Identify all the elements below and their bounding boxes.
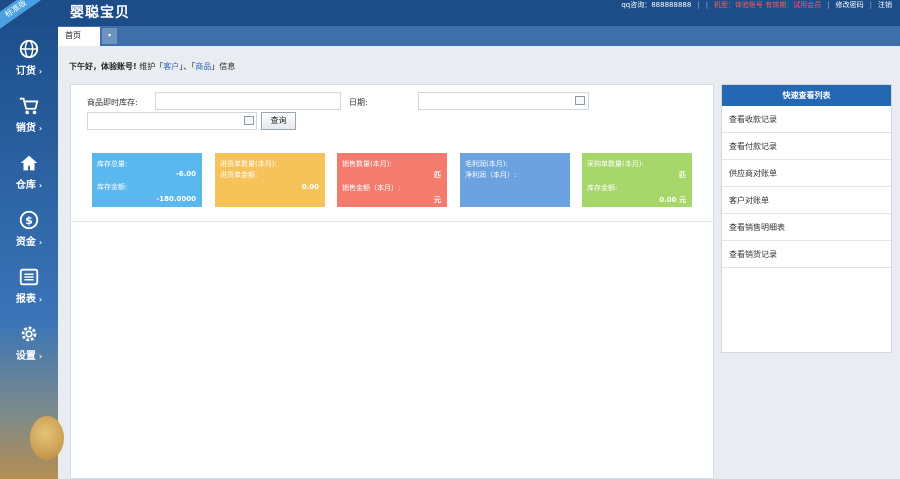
home-icon: [20, 155, 38, 171]
tab-strip: 首页 ▾: [58, 26, 900, 46]
card-value: -180.0000: [156, 195, 196, 203]
change-password-link[interactable]: 修改密码: [836, 0, 864, 10]
stat-card-sales: 销售数量(本月): 匹 销售金额（本月）: 元: [337, 153, 447, 207]
query-button[interactable]: 查询: [261, 112, 296, 130]
card-label: 净利润（本月）:: [465, 171, 517, 179]
quick-link-sales-records[interactable]: 查看销货记录: [722, 241, 891, 268]
sidebar-item-sales[interactable]: 销货 ›: [0, 89, 58, 139]
quick-link-supplier-statement[interactable]: 供应商对账单: [722, 160, 891, 187]
card-value: 元: [434, 196, 441, 204]
report-icon: [19, 268, 39, 286]
svg-text:$: $: [25, 214, 33, 227]
sidebar-item-label: 设置: [15, 351, 36, 362]
card-label: 进货单数量(本月):: [220, 160, 277, 168]
account-status: 机型：体验账号 有效期：试用会员: [714, 1, 822, 9]
sidebar-item-reports[interactable]: 报表 ›: [0, 260, 58, 310]
product-link[interactable]: 商品: [195, 62, 211, 71]
sidebar-item-label: 销货: [15, 123, 36, 134]
sidebar-item-label: 报表: [15, 294, 36, 305]
card-label: 毛利润(本月):: [465, 160, 508, 168]
sidebar-item-order[interactable]: 订货 ›: [0, 32, 58, 82]
app-title: 婴聪宝贝: [70, 5, 130, 21]
sidebar-item-label: 订货: [15, 66, 36, 77]
stat-card-procurement: 采购单数量(本月): 匹 库存金额: 0.00 元: [582, 153, 692, 207]
card-label: 销售金额（本月）:: [342, 184, 401, 192]
sidebar-item-funds[interactable]: $ 资金 ›: [0, 203, 58, 253]
section-divider: [71, 221, 713, 222]
card-value: 匹: [679, 171, 686, 179]
hay-bale-image: [30, 416, 64, 460]
quick-link-receipts[interactable]: 查看收款记录: [722, 106, 891, 133]
product-stock-input[interactable]: [155, 92, 341, 110]
stat-card-inventory: 库存总量: -6.00 库存金额: -180.0000: [92, 153, 202, 207]
quick-link-customer-statement[interactable]: 客户对账单: [722, 187, 891, 214]
card-label: 库存金额:: [587, 184, 618, 192]
sidebar-item-settings[interactable]: 设置 ›: [0, 317, 58, 367]
product-stock-label: 商品即时库存:: [87, 98, 138, 107]
tab-dropdown-button[interactable]: ▾: [102, 28, 117, 44]
dollar-icon: $: [19, 210, 39, 230]
main-panel: 商品即时库存: 日期: 查询 库存总量: -6.00 库存金额: -180.00…: [70, 84, 714, 479]
card-value: 0.00 元: [659, 196, 686, 204]
sidebar-item-label: 资金: [15, 237, 36, 248]
card-label: 销售数量(本月):: [342, 160, 392, 168]
quick-link-payments[interactable]: 查看付款记录: [722, 133, 891, 160]
gear-icon: [21, 326, 37, 342]
qq-contact: qq咨询：888888888: [621, 1, 692, 9]
logout-link[interactable]: 注销: [878, 0, 892, 10]
card-label: 库存总量:: [97, 160, 128, 168]
greeting-line: 下午好，体验账号! 维护「客户」、「商品」信息: [69, 62, 236, 71]
sidebar-item-label: 仓库: [15, 180, 36, 191]
date-end-input[interactable]: [87, 112, 257, 130]
greeting-text: 下午好，体验账号!: [69, 62, 137, 71]
card-label: 库存金额:: [97, 183, 128, 191]
top-header: 婴聪宝贝 qq咨询：888888888 | | 机型：体验账号 有效期：试用会员…: [0, 0, 900, 26]
date-label: 日期:: [349, 98, 368, 107]
date-start-input[interactable]: [418, 92, 589, 110]
card-value: 0.00: [301, 183, 319, 191]
customer-link[interactable]: 客户: [163, 62, 179, 71]
header-links: qq咨询：888888888 | | 机型：体验账号 有效期：试用会员 | 修改…: [621, 0, 892, 10]
calendar-icon[interactable]: [575, 96, 585, 105]
calendar-icon[interactable]: [244, 116, 254, 125]
quick-view-panel: 快速查看列表 查看收款记录 查看付款记录 供应商对账单 客户对账单 查看销售明细…: [721, 84, 892, 353]
sidebar-item-warehouse[interactable]: 仓库 ›: [0, 146, 58, 196]
cart-icon: [19, 97, 39, 115]
globe-icon: [19, 39, 39, 59]
tab-home[interactable]: 首页: [58, 27, 100, 46]
card-value: -6.00: [175, 170, 196, 178]
card-label: 进货单金额:: [220, 171, 258, 179]
stat-card-profit: 毛利润(本月): 净利润（本月）:: [460, 153, 570, 207]
card-label: 采购单数量(本月):: [587, 160, 644, 168]
sidebar: 订货 › 销货 › 仓库 › $ 资金 › 报表 › 设置 ›: [0, 26, 64, 479]
quick-view-title: 快速查看列表: [722, 85, 891, 106]
stat-card-purchase: 进货单数量(本月): 进货单金额: 0.00: [215, 153, 325, 207]
card-value: 匹: [434, 171, 441, 179]
quick-link-sales-detail[interactable]: 查看销售明细表: [722, 214, 891, 241]
